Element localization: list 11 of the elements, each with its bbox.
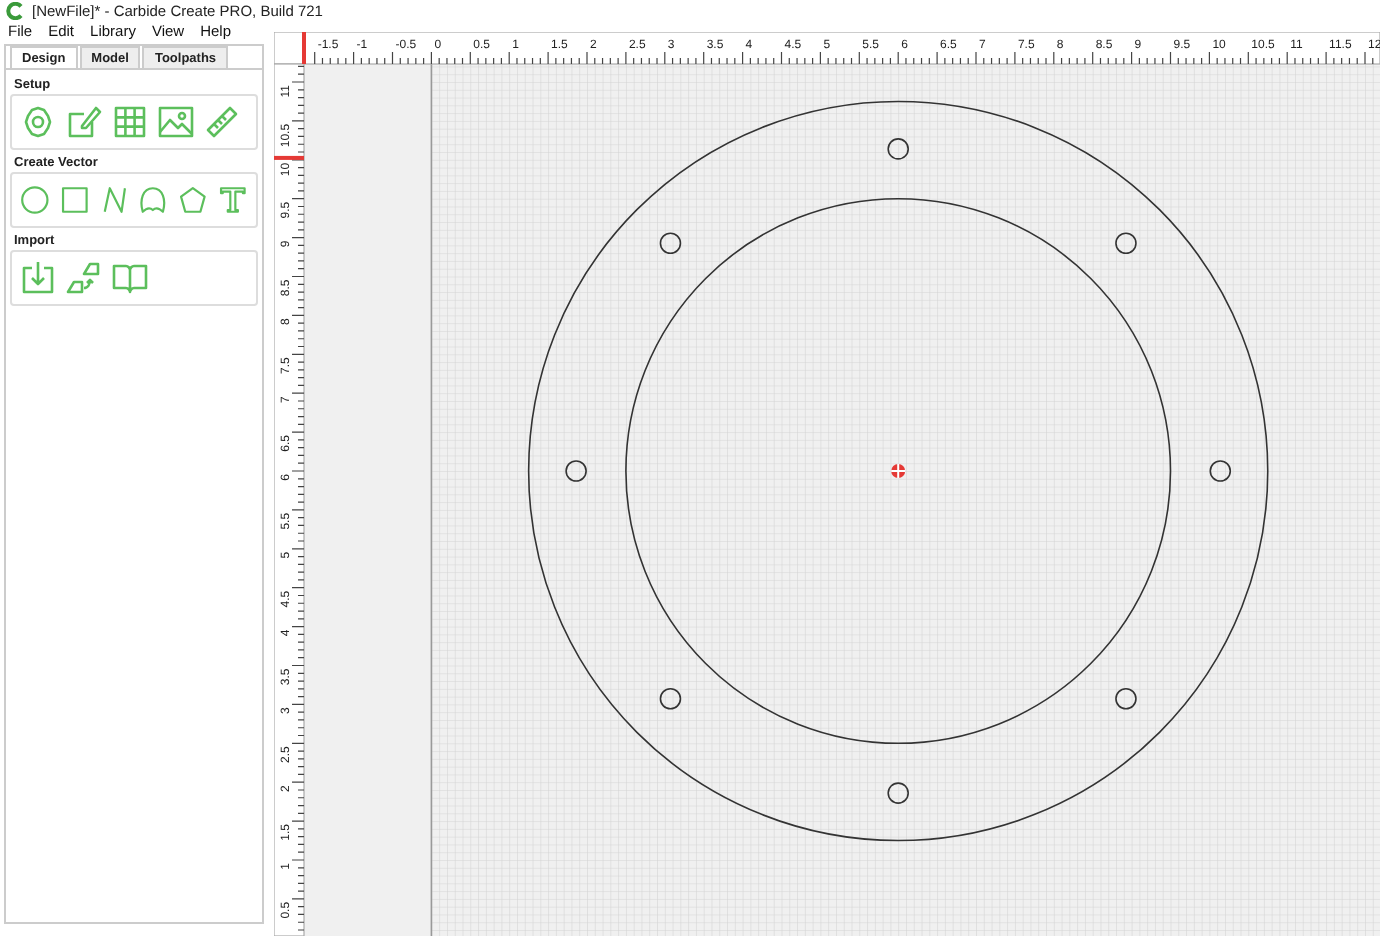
- import-icon[interactable]: [18, 258, 58, 298]
- grid-icon[interactable]: [110, 102, 150, 142]
- origin-marker-icon: [890, 463, 907, 479]
- circle-icon[interactable]: [18, 180, 52, 220]
- edit-icon[interactable]: [64, 102, 104, 142]
- cursor-marker: [274, 155, 304, 160]
- app-logo-icon: [6, 1, 24, 19]
- cursor-marker: [302, 32, 306, 64]
- ruler-icon[interactable]: [202, 102, 242, 142]
- shapes-icon[interactable]: [64, 258, 104, 298]
- image-icon[interactable]: [156, 102, 196, 142]
